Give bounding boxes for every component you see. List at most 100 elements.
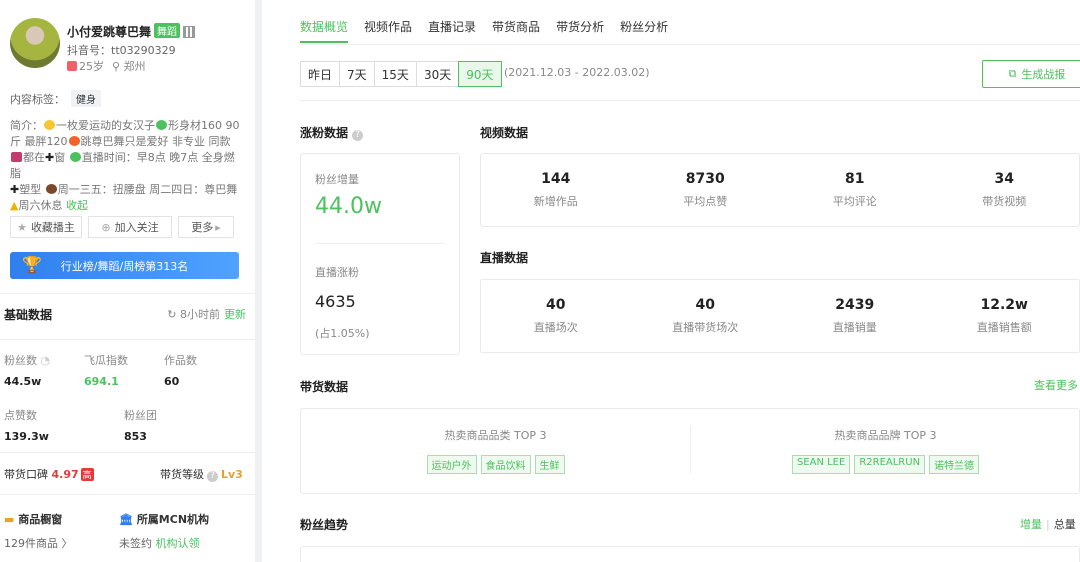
goods-data-title: 带货数据 — [300, 380, 349, 394]
trend-increase-toggle[interactable]: 增量 — [1020, 518, 1042, 531]
mcn-title: 🏛 所属MCN机构 — [119, 513, 210, 526]
stat-works: 作品数 60 — [164, 354, 197, 388]
profile-actions: ★ 收藏播主 ⊕ 加入关注 更多 ▸ — [10, 216, 234, 238]
stat-likes: 点赞数 139.3w — [4, 409, 49, 443]
level-row: 带货等级? Lv3 — [160, 468, 243, 482]
chevron-right-icon: 〉 — [61, 537, 73, 550]
tab-videos[interactable]: 视频作品 — [364, 18, 412, 43]
brand-chip[interactable]: R2REALRUN — [854, 455, 926, 474]
help-icon[interactable]: ? — [352, 130, 364, 141]
tab-overview[interactable]: 数据概览 — [300, 18, 349, 43]
range-yesterday[interactable]: 昨日 — [300, 61, 341, 87]
location-pin-icon: ⚲ — [112, 60, 121, 73]
video-stat: 81 平均评论 — [832, 171, 877, 208]
reputation-row: 带货口碑 4.97 高 — [4, 468, 94, 481]
basic-data-header: 基础数据 ↻ 8小时前 更新 — [4, 308, 246, 322]
goods-card: 热卖商品品类 TOP 3 运动户外 食品饮料 生鲜 热卖商品品牌 TOP 3 S… — [300, 408, 1080, 494]
video-data-card: 144 新增作品 8730 平均点赞 81 平均评论 34 带货视频 — [480, 153, 1080, 227]
favorite-button[interactable]: ★ 收藏播主 — [10, 216, 82, 238]
content-tag-row: 内容标签： 健身 — [10, 90, 101, 107]
shop-icon: ▬ — [4, 513, 15, 526]
heart-emoji-icon — [44, 120, 55, 130]
follow-button[interactable]: ⊕ 加入关注 — [88, 216, 172, 238]
top-brands: 热卖商品品牌 TOP 3 SEAN LEE R2REALRUN 诺特兰德 — [691, 409, 1080, 493]
reputation-badge: 高 — [80, 468, 94, 481]
tab-live[interactable]: 直播记录 — [428, 18, 476, 43]
fans-trend-title: 粉丝趋势 — [300, 518, 349, 532]
help-icon[interactable]: ? — [207, 471, 218, 482]
fans-trend-card — [300, 546, 1080, 562]
industry-rank-banner[interactable]: 🏆 行业榜/舞蹈/周榜第313名 — [10, 252, 239, 279]
top-categories: 热卖商品品类 TOP 3 运动户外 食品饮料 生鲜 — [301, 409, 690, 493]
cross-emoji-icon: ✚ — [10, 183, 20, 196]
range-90d[interactable]: 90天 — [458, 61, 502, 87]
refresh-icon: ↻ — [167, 308, 177, 321]
heart-emoji-icon — [68, 136, 80, 146]
generate-report-button[interactable]: ⧉ 生成战报 — [982, 60, 1080, 88]
category-chip[interactable]: 生鲜 — [534, 455, 565, 474]
video-stat: 8730 平均点赞 — [683, 171, 728, 208]
video-data-title: 视频数据 — [480, 126, 529, 140]
category-chip[interactable]: 运动户外 — [426, 455, 477, 474]
stat-feigua-index: 飞瓜指数 694.1 — [84, 354, 128, 388]
qr-code-icon[interactable] — [183, 26, 196, 38]
trend-total-toggle[interactable]: 总量 — [1054, 518, 1076, 531]
stat-fanclub: 粉丝团 853 — [124, 409, 157, 443]
bank-icon: 🏛 — [119, 513, 133, 526]
view-more-link[interactable]: 查看更多 — [1034, 377, 1078, 393]
more-button[interactable]: 更多 ▸ — [178, 216, 234, 238]
live-stat: 40 直播场次 — [533, 297, 578, 334]
bio-fold-link[interactable]: 收起 — [66, 199, 88, 212]
caret-right-icon: ▸ — [215, 220, 221, 234]
live-stat: 2439 直播销量 — [832, 297, 877, 334]
brand-chip[interactable]: 诺特兰德 — [929, 455, 980, 474]
update-link[interactable]: 更新 — [224, 308, 246, 321]
info-icon: ◔ — [40, 354, 51, 367]
mcn-claim-link[interactable]: 机构认领 — [156, 537, 200, 550]
sidebar: 小付爱跳尊巴舞 舞蹈 抖音号：tt03290329 25岁 ⚲ 郑州 内容标签： 健身… — [0, 0, 255, 562]
live-increase-value: 4635 — [315, 292, 356, 311]
mcn-row: 未签约 机构认领 — [119, 537, 200, 550]
date-range-text: (2021.12.03 - 2022.03.02) — [504, 66, 650, 79]
category-tag: 舞蹈 — [154, 23, 181, 38]
range-7d[interactable]: 7天 — [339, 61, 375, 87]
trophy-icon: 🏆 — [22, 255, 42, 274]
stat-fans: 粉丝数 ◔ 44.5w — [4, 354, 51, 388]
date-range-selector: 昨日 7天 15天 30天 90天 — [300, 61, 502, 87]
trend-toggle: 增量 | 总量 — [1020, 518, 1076, 531]
video-stat: 34 带货视频 — [982, 171, 1027, 208]
fans-growth-title: 涨粉数据? — [300, 124, 364, 141]
category-chip[interactable]: 食品饮料 — [480, 455, 531, 474]
live-data-title: 直播数据 — [480, 251, 529, 265]
box-emoji-icon — [11, 152, 22, 162]
range-15d[interactable]: 15天 — [373, 61, 417, 87]
video-stat: 144 新增作品 — [533, 171, 578, 208]
shop-window-link[interactable]: 129件商品 〉 — [4, 535, 73, 551]
live-stat: 12.2w 直播销售额 — [976, 297, 1032, 334]
main-panel: 数据概览 视频作品 直播记录 带货商品 带货分析 粉丝分析 昨日 7天 15天 … — [262, 0, 1080, 562]
fans-increase-value: 44.0w — [315, 194, 382, 219]
female-icon — [67, 61, 77, 71]
shop-window-title: ▬ 商品橱窗 — [4, 513, 63, 526]
brand-chip[interactable]: SEAN LEE — [791, 455, 851, 474]
leaf-emoji-icon — [156, 120, 167, 130]
tab-sales-analysis[interactable]: 带货分析 — [556, 18, 604, 43]
fans-growth-card: 粉丝增量 44.0w 直播涨粉 4635 (占1.05%) — [300, 153, 460, 355]
range-30d[interactable]: 30天 — [415, 61, 460, 87]
live-stat: 40 直播带货场次 — [672, 297, 739, 334]
douyin-id: 抖音号：tt03290329 — [67, 44, 176, 57]
profile-meta: 25岁 ⚲ 郑州 — [67, 58, 146, 74]
profile-name: 小付爱跳尊巴舞 舞蹈 — [67, 23, 196, 40]
export-icon: ⧉ — [1008, 67, 1017, 80]
avatar[interactable] — [10, 18, 60, 68]
heart-emoji-icon — [69, 152, 81, 162]
heart-emoji-icon — [45, 184, 57, 194]
tab-goods[interactable]: 带货商品 — [492, 18, 540, 43]
tab-fans-analysis[interactable]: 粉丝分析 — [620, 18, 668, 43]
star-icon: ★ — [17, 220, 27, 234]
live-data-card: 40 直播场次 40 直播带货场次 2439 直播销量 12.2w 直播销售额 — [480, 279, 1080, 353]
content-tag-chip[interactable]: 健身 — [71, 90, 101, 107]
plus-circle-icon: ⊕ — [101, 220, 111, 234]
tab-bar: 数据概览 视频作品 直播记录 带货商品 带货分析 粉丝分析 — [300, 18, 668, 43]
cross-emoji-icon: ✚ — [45, 151, 55, 164]
